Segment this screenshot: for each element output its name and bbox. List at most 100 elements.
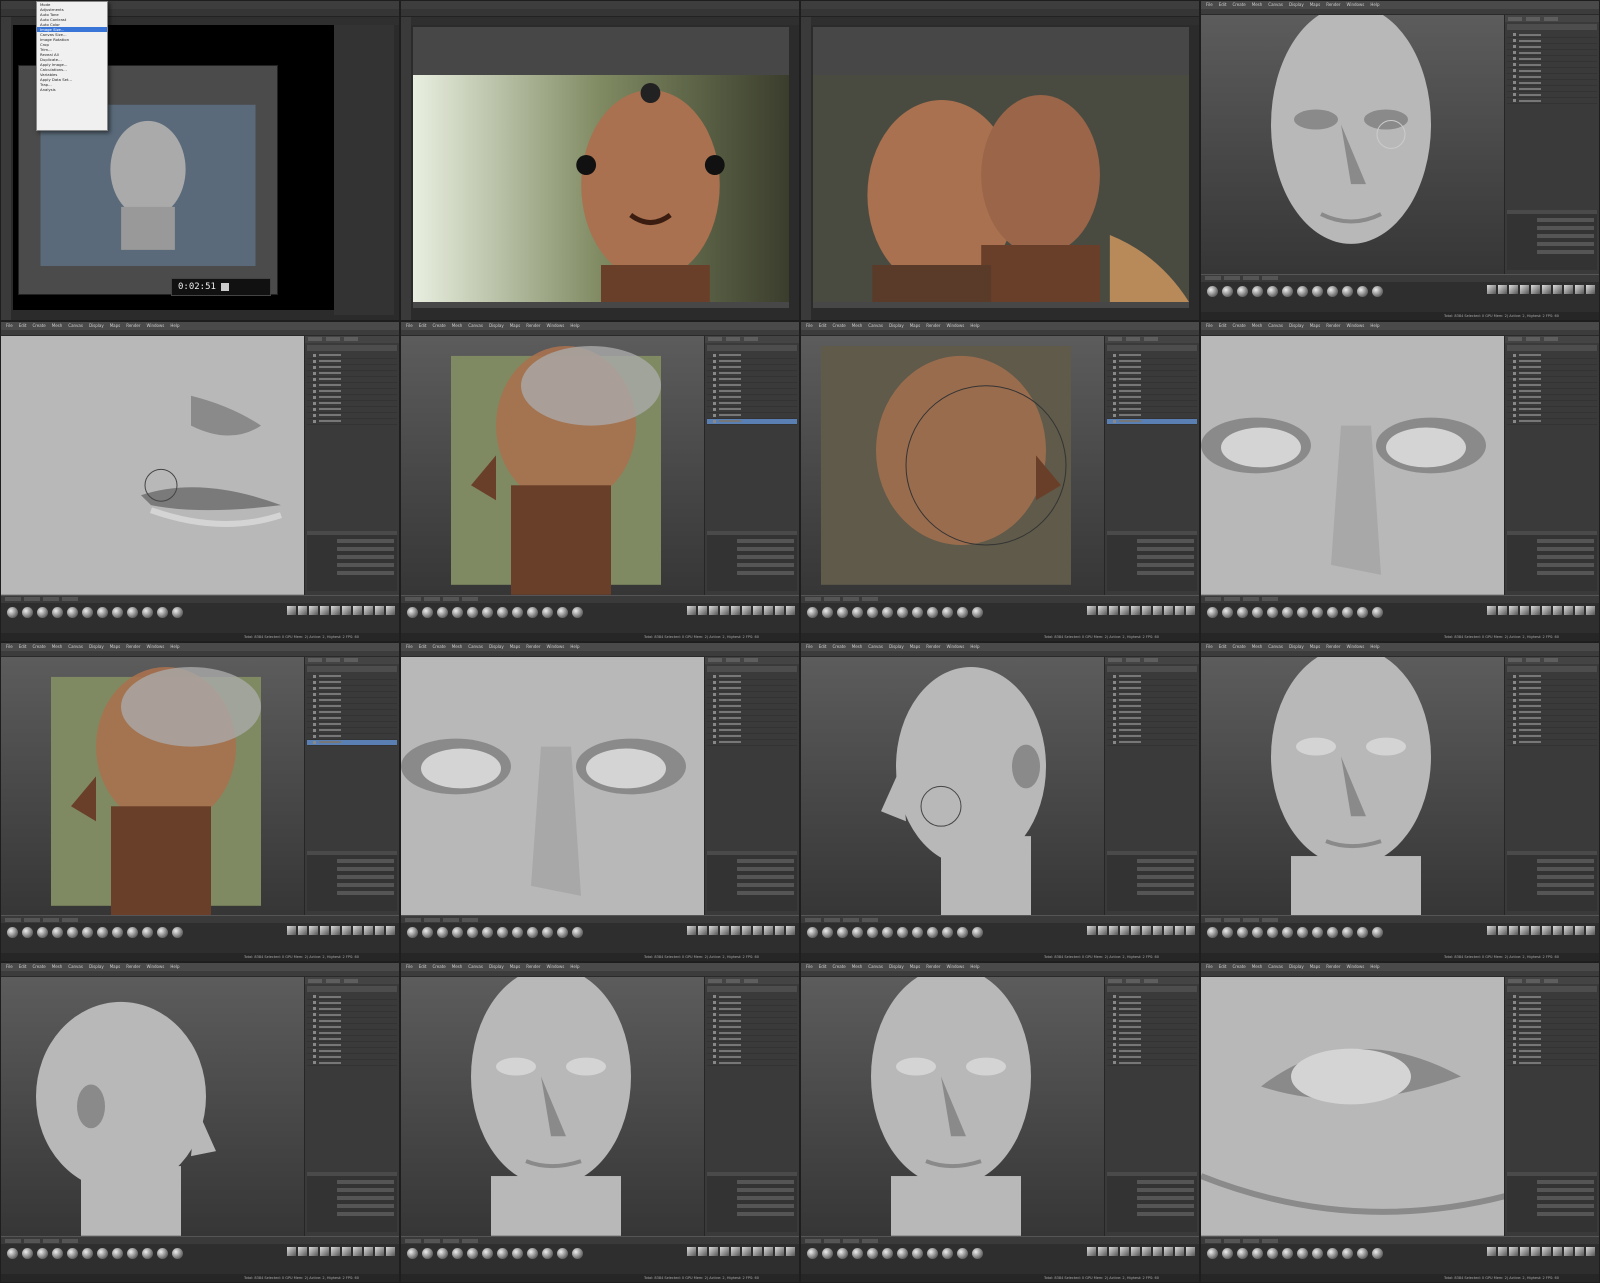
- stamp-icon[interactable]: [342, 605, 351, 615]
- menu-item[interactable]: Mesh: [452, 963, 463, 971]
- brush-icon[interactable]: [1327, 1248, 1338, 1259]
- stamp-icon[interactable]: [687, 1247, 696, 1256]
- brush-icon[interactable]: [422, 927, 433, 939]
- stamp-icon[interactable]: [720, 605, 729, 615]
- tray-tabs[interactable]: [1201, 1237, 1599, 1244]
- panel-tabs[interactable]: [1105, 335, 1199, 343]
- stamp-icon[interactable]: [1131, 605, 1140, 615]
- stamp-icon[interactable]: [375, 605, 384, 615]
- stamp-icon[interactable]: [1542, 1247, 1551, 1256]
- menu-item[interactable]: Maps: [1310, 322, 1321, 330]
- menu-item[interactable]: Mesh: [1252, 322, 1263, 330]
- stamp-icon[interactable]: [1164, 926, 1173, 936]
- tray-tabs[interactable]: [801, 595, 1199, 603]
- stamp-icon[interactable]: [375, 1247, 384, 1256]
- object-list-item[interactable]: [1107, 1060, 1197, 1067]
- menu-item[interactable]: Windows: [147, 643, 165, 651]
- menu-item[interactable]: Help: [570, 322, 579, 330]
- brush-icon[interactable]: [7, 927, 18, 939]
- menu-item[interactable]: Canvas: [468, 643, 483, 651]
- stamp-icon[interactable]: [786, 605, 795, 615]
- brush-icon[interactable]: [1372, 606, 1383, 618]
- brush-icon[interactable]: [527, 1248, 538, 1259]
- image-menu[interactable]: Mode Adjustments Auto Tone Auto Contrast Aut…: [36, 1, 108, 131]
- stamp-library[interactable]: [1487, 926, 1595, 936]
- brush-icon[interactable]: [1342, 1248, 1353, 1259]
- panel-tabs[interactable]: [305, 977, 399, 985]
- stamp-icon[interactable]: [1520, 284, 1529, 294]
- stamp-icon[interactable]: [309, 926, 318, 936]
- brush-icon[interactable]: [467, 1248, 478, 1259]
- menu-item[interactable]: Windows: [1347, 963, 1365, 971]
- stamp-icon[interactable]: [309, 1247, 318, 1256]
- stamp-icon[interactable]: [720, 926, 729, 936]
- menu-item[interactable]: Maps: [110, 322, 121, 330]
- stamp-library[interactable]: [1087, 605, 1195, 615]
- brush-icon[interactable]: [897, 1248, 908, 1259]
- menu-item[interactable]: Maps: [1310, 1, 1321, 9]
- stamp-icon[interactable]: [1175, 1247, 1184, 1256]
- stamp-icon[interactable]: [287, 926, 296, 936]
- stamp-icon[interactable]: [1498, 284, 1507, 294]
- menu-item[interactable]: Create: [32, 322, 45, 330]
- menu-item[interactable]: Help: [1370, 643, 1379, 651]
- brush-icon[interactable]: [822, 1248, 833, 1259]
- menu-item[interactable]: Help: [970, 322, 979, 330]
- brush-icon[interactable]: [172, 606, 183, 618]
- object-list-item[interactable]: [1507, 1060, 1597, 1067]
- menu-item[interactable]: Canvas: [68, 963, 83, 971]
- brush-icon[interactable]: [1342, 606, 1353, 618]
- menu-item[interactable]: Display: [489, 643, 504, 651]
- menu-item[interactable]: Edit: [819, 963, 827, 971]
- stamp-icon[interactable]: [687, 926, 696, 936]
- stamp-icon[interactable]: [731, 926, 740, 936]
- menu-item[interactable]: Mesh: [52, 963, 63, 971]
- stamp-icon[interactable]: [1586, 605, 1595, 615]
- menu-item[interactable]: Create: [432, 322, 445, 330]
- brush-icon[interactable]: [837, 606, 848, 618]
- brush-icon[interactable]: [127, 927, 138, 939]
- panel-tabs[interactable]: [1105, 977, 1199, 985]
- tray-tabs[interactable]: [801, 916, 1199, 924]
- brush-icon[interactable]: [1297, 606, 1308, 618]
- brush-icon[interactable]: [897, 927, 908, 939]
- stamp-library[interactable]: [1087, 1247, 1195, 1256]
- menu-item[interactable]: Help: [970, 963, 979, 971]
- brush-icon[interactable]: [37, 1248, 48, 1259]
- stamp-icon[interactable]: [764, 926, 773, 936]
- brush-icon[interactable]: [67, 606, 78, 618]
- brush-icon[interactable]: [957, 606, 968, 618]
- brush-icon[interactable]: [67, 1248, 78, 1259]
- viewport[interactable]: [801, 977, 1106, 1236]
- brush-icon[interactable]: [127, 606, 138, 618]
- stamp-icon[interactable]: [1164, 605, 1173, 615]
- stamp-icon[interactable]: [1553, 926, 1562, 936]
- menu-item[interactable]: Edit: [819, 322, 827, 330]
- brush-icon[interactable]: [37, 927, 48, 939]
- menu-item[interactable]: Display: [1289, 963, 1304, 971]
- stamp-icon[interactable]: [309, 605, 318, 615]
- brush-icon[interactable]: [82, 606, 93, 618]
- brush-icon[interactable]: [927, 606, 938, 618]
- stamp-icon[interactable]: [1487, 926, 1496, 936]
- brush-icon[interactable]: [172, 1248, 183, 1259]
- viewport[interactable]: [1201, 656, 1506, 916]
- stamp-icon[interactable]: [353, 1247, 362, 1256]
- menu-item[interactable]: Mesh: [1252, 1, 1263, 9]
- stamp-icon[interactable]: [742, 605, 751, 615]
- brush-icon[interactable]: [482, 1248, 493, 1259]
- stamp-icon[interactable]: [1131, 1247, 1140, 1256]
- menu-item[interactable]: File: [1206, 1, 1213, 9]
- stamp-icon[interactable]: [1509, 284, 1518, 294]
- brush-icon[interactable]: [452, 927, 463, 939]
- menu-item[interactable]: Create: [432, 643, 445, 651]
- stamp-library[interactable]: [287, 926, 395, 936]
- stamp-library[interactable]: [287, 1247, 395, 1256]
- menu-item[interactable]: Create: [1232, 1, 1245, 9]
- stamp-icon[interactable]: [1487, 1247, 1496, 1256]
- stamp-icon[interactable]: [1575, 926, 1584, 936]
- menu-item[interactable]: Render: [926, 322, 940, 330]
- brush-icon[interactable]: [1267, 285, 1278, 297]
- stamp-icon[interactable]: [1153, 926, 1162, 936]
- object-list-item[interactable]: [707, 740, 797, 746]
